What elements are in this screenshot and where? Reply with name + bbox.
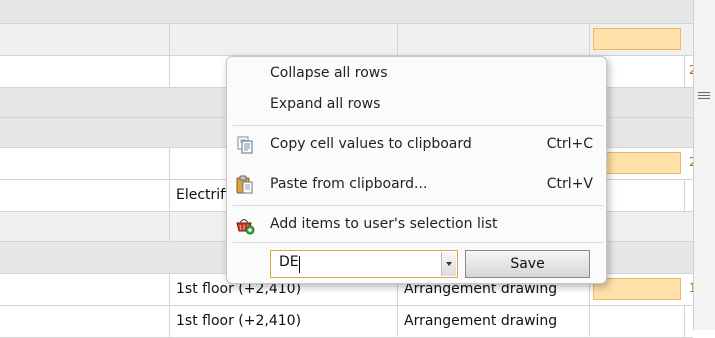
table-cell[interactable] xyxy=(0,56,170,87)
vertical-scrollbar[interactable] xyxy=(693,0,715,330)
table-cell[interactable] xyxy=(170,24,398,55)
menu-item-expand-all[interactable]: Expand all rows xyxy=(227,90,606,120)
table-row[interactable] xyxy=(0,24,693,56)
selection-list-combo[interactable]: DE xyxy=(270,250,458,278)
table-cell[interactable] xyxy=(398,24,590,55)
menu-item-copy-cells[interactable]: Copy cell values to clipboard Ctrl+C xyxy=(227,130,606,160)
menu-item-label: Add items to user's selection list xyxy=(270,216,498,232)
table-cell[interactable] xyxy=(0,24,170,55)
floor-cell[interactable]: 1st floor (+2,410) xyxy=(170,306,398,337)
menu-separator xyxy=(233,205,604,206)
table-cell[interactable] xyxy=(0,212,170,241)
highlight-cell[interactable] xyxy=(593,278,681,300)
menu-item-paste[interactable]: Paste from clipboard... Ctrl+V xyxy=(227,170,606,200)
combo-value[interactable]: DE xyxy=(279,254,299,270)
table-cell[interactable] xyxy=(0,274,170,305)
table-cell[interactable] xyxy=(0,180,170,211)
menu-separator xyxy=(233,125,604,126)
text-caret xyxy=(299,256,300,273)
menu-item-label: Collapse all rows xyxy=(270,65,388,81)
clipboard-paste-icon xyxy=(235,175,255,195)
shortcut-text: Ctrl+C xyxy=(546,136,593,152)
menu-separator xyxy=(233,242,604,243)
shortcut-text: Ctrl+V xyxy=(546,176,593,192)
table-cell[interactable] xyxy=(0,306,170,337)
basket-add-icon xyxy=(235,215,255,235)
menu-item-label: Expand all rows xyxy=(270,96,381,112)
chevron-down-icon[interactable] xyxy=(441,252,456,276)
table-cell[interactable] xyxy=(0,148,170,179)
document-type-cell[interactable]: Arrangement drawing xyxy=(398,306,590,337)
table-row[interactable]: 1st floor (+2,410) Arrangement drawing xyxy=(0,306,693,338)
menu-item-collapse-all[interactable]: Collapse all rows xyxy=(227,59,606,89)
menu-item-add-selection[interactable]: Add items to user's selection list xyxy=(227,210,606,240)
context-menu: Collapse all rows Expand all rows Copy c… xyxy=(226,56,607,284)
group-row[interactable] xyxy=(0,0,693,24)
menu-item-label: Copy cell values to clipboard xyxy=(270,136,472,152)
table-cell[interactable] xyxy=(590,306,685,337)
scroll-grip-icon[interactable] xyxy=(698,92,710,102)
menu-item-label: Paste from clipboard... xyxy=(270,176,428,192)
highlight-cell[interactable] xyxy=(593,28,681,50)
save-button[interactable]: Save xyxy=(465,250,590,278)
copy-icon xyxy=(235,135,255,155)
